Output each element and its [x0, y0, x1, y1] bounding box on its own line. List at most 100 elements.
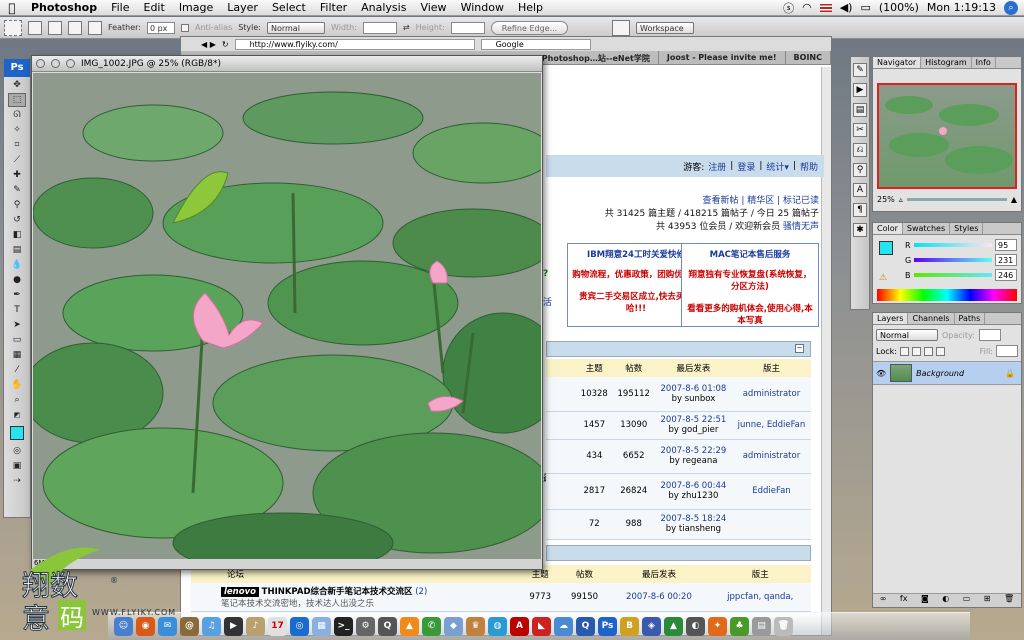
navigator-thumbnail[interactable] — [877, 83, 1017, 189]
document-titlebar[interactable]: IMG_1002.JPG @ 25% (RGB/8*) — [32, 56, 542, 72]
menu-app[interactable]: Photoshop — [24, 1, 104, 14]
tab-boinc[interactable]: BOINC — [786, 51, 831, 64]
last-post-link[interactable]: 2007-8-6 00:44 — [659, 481, 728, 491]
safari-icon[interactable]: ◎ — [290, 617, 309, 636]
brush-tool-icon[interactable]: ✎ — [8, 183, 26, 197]
foreground-color-swatch[interactable] — [10, 426, 24, 440]
g-value[interactable]: 231 — [995, 254, 1017, 266]
r-slider[interactable] — [913, 243, 992, 247]
register-link[interactable]: 注册 — [708, 160, 726, 173]
tab-color[interactable]: Color — [873, 223, 903, 234]
new-layer-icon[interactable]: ⊞ — [984, 594, 991, 607]
layer-style-icon[interactable]: fx — [900, 594, 908, 607]
trash-icon[interactable]: 🗑 — [1004, 594, 1014, 607]
pen-tool-icon[interactable]: ✒ — [8, 288, 26, 302]
tab-layers[interactable]: Layers — [873, 313, 909, 324]
tool-presets-icon[interactable]: ▶ — [853, 83, 867, 97]
brushes-icon[interactable]: ✎ — [853, 63, 867, 77]
ical-icon[interactable]: 17 — [268, 617, 287, 636]
default-colors-icon[interactable]: ◩ — [8, 408, 26, 422]
volume-icon[interactable]: ◀) — [840, 1, 853, 14]
hand-tool-icon[interactable]: ✋ — [8, 378, 26, 392]
color-ramp[interactable] — [877, 289, 1017, 301]
spotlight-icon[interactable]: ⌕ — [1004, 0, 1018, 15]
quickmask-icon[interactable]: ◎ — [8, 444, 26, 458]
app-icon-2[interactable]: ▲ — [664, 617, 683, 636]
tab-info[interactable]: Info — [972, 57, 996, 68]
lock-position-icon[interactable] — [923, 346, 933, 356]
width-input[interactable] — [362, 21, 397, 34]
paragraph-icon[interactable]: ¶ — [853, 203, 867, 217]
character-icon[interactable]: A — [853, 183, 867, 197]
layer-comps-icon[interactable]: ▤ — [853, 103, 867, 117]
new-selection-icon[interactable] — [28, 20, 42, 35]
forum-title-link[interactable]: THINKPAD综合新手笔记本技术交流区 — [262, 587, 413, 597]
swap-icon[interactable]: ⇄ — [403, 23, 410, 32]
stamp-tool-icon[interactable]: ⚲ — [8, 198, 26, 212]
antialias-checkbox[interactable] — [180, 23, 189, 32]
crop-tool-icon[interactable]: ⌗ — [8, 138, 26, 152]
path-select-icon[interactable]: ➤ — [8, 318, 26, 332]
tab-photoshop[interactable]: Photoshop…站--eNet学院 — [534, 51, 659, 64]
notes-tool-icon[interactable]: ▦ — [8, 348, 26, 362]
promo-mac-line1[interactable]: 翔意独有专业恢复盘(系统恢复，分区方法) — [685, 268, 815, 292]
clock[interactable]: Mon 1:19:13 — [927, 1, 996, 14]
minimize-button[interactable] — [51, 59, 60, 68]
wifi-icon[interactable]: ◠ — [802, 1, 812, 14]
quicktime-icon[interactable]: Q — [378, 617, 397, 636]
lock-all-icon[interactable] — [935, 346, 945, 356]
layer-row-background[interactable]: 👁 Background 🔒 — [873, 361, 1021, 385]
menu-file[interactable]: File — [104, 1, 136, 14]
zoom-out-icon[interactable]: ▵ — [899, 195, 903, 204]
last-post-link[interactable]: 2007-8-5 18:24 — [659, 514, 728, 524]
promo-mac-title[interactable]: MAC笔记本售后服务 — [685, 248, 815, 260]
healing-brush-icon[interactable]: ✚ — [8, 168, 26, 182]
web-icon[interactable]: ◍ — [488, 617, 507, 636]
search-field[interactable]: Google — [480, 38, 591, 50]
acrobat-icon[interactable]: A — [510, 617, 529, 636]
zoom-slider[interactable] — [906, 198, 1007, 201]
quicktime-x-icon[interactable]: Q — [576, 617, 595, 636]
photoshop-dock-icon[interactable]: Ps — [598, 617, 617, 636]
pdf-icon[interactable]: ◣ — [532, 617, 551, 636]
imageready-icon[interactable]: ⇢ — [8, 474, 26, 488]
add-selection-icon[interactable] — [48, 20, 62, 35]
info-icon[interactable]: ✱ — [853, 223, 867, 237]
garageband-icon[interactable]: ♪ — [246, 617, 265, 636]
eyedropper-icon[interactable]: ⁄ — [8, 363, 26, 377]
app-icon-4[interactable]: ✦ — [708, 617, 727, 636]
menu-filter[interactable]: Filter — [313, 1, 354, 14]
height-input[interactable] — [450, 21, 485, 34]
tab-swatches[interactable]: Swatches — [903, 223, 951, 234]
menu-window[interactable]: Window — [454, 1, 511, 14]
type-tool-icon[interactable]: T — [8, 303, 26, 317]
magic-wand-icon[interactable]: ✧ — [8, 123, 26, 137]
promo-mac-line2[interactable]: 看看更多的购机体会,使用心得,本本写真 — [685, 302, 815, 326]
last-post-link[interactable]: 2007-8-5 22:51 — [659, 415, 728, 425]
menu-edit[interactable]: Edit — [137, 1, 172, 14]
tab-navigator[interactable]: Navigator — [873, 57, 922, 68]
marquee-preset-icon[interactable] — [4, 19, 22, 36]
imovie-icon[interactable]: ▶ — [224, 617, 243, 636]
terminal-icon[interactable]: >_ — [334, 617, 353, 636]
r-value[interactable]: 95 — [995, 239, 1017, 251]
g-slider[interactable] — [914, 258, 992, 262]
subtract-selection-icon[interactable] — [68, 20, 82, 35]
b-value[interactable]: 246 — [995, 269, 1017, 281]
address-book-icon[interactable]: @ — [180, 617, 199, 636]
new-member-link[interactable]: 骚情无声 — [783, 222, 819, 232]
ps-logo[interactable]: Ps — [4, 59, 30, 77]
moderator-link[interactable]: junne, EddieFan — [731, 411, 811, 440]
script-menu-icon[interactable]: ⓢ — [783, 0, 794, 16]
visibility-eye-icon[interactable]: 👁 — [876, 369, 886, 378]
back-icon[interactable]: ◀ ▶ — [201, 40, 216, 49]
url-field[interactable]: http://www.flyiky.com/ — [234, 38, 475, 50]
tab-channels[interactable]: Channels — [908, 313, 955, 324]
apple-icon[interactable]:  — [0, 1, 24, 15]
refine-edge-button[interactable]: Refine Edge... — [490, 20, 569, 35]
b-slider[interactable] — [913, 273, 992, 277]
reload-icon[interactable]: ↻ — [222, 40, 229, 49]
moderator-link[interactable]: administrator — [731, 439, 811, 474]
zoom-value[interactable]: 25% — [877, 195, 895, 204]
dodge-tool-icon[interactable]: ● — [8, 273, 26, 287]
